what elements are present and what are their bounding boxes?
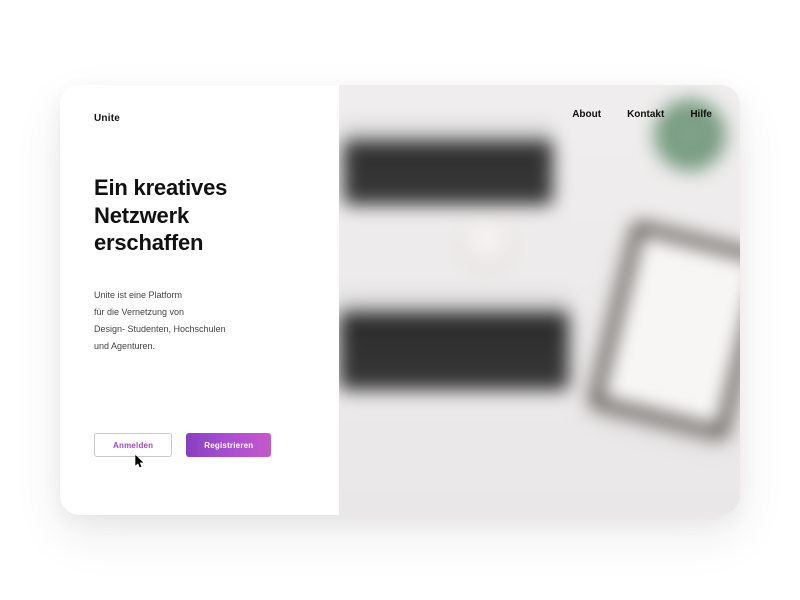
hero-subtext: Unite ist eine Platform für die Vernetzu…	[94, 287, 294, 355]
headline-line-1: Ein kreatives	[94, 175, 227, 200]
subtext-line-2: für die Vernetzung von	[94, 307, 184, 317]
subtext-line-4: und Agenturen.	[94, 341, 155, 351]
subtext-line-1: Unite ist eine Platform	[94, 290, 182, 300]
headline-line-2: Netzwerk	[94, 203, 189, 228]
headline-line-3: erschaffen	[94, 230, 203, 255]
brand-logo[interactable]: Unite	[94, 113, 305, 124]
landing-window: Unite Ein kreatives Netzwerk erschaffen …	[60, 85, 740, 515]
plant	[650, 95, 730, 175]
hero-headline: Ein kreatives Netzwerk erschaffen	[94, 174, 305, 257]
left-pane: Unite Ein kreatives Netzwerk erschaffen …	[60, 85, 339, 515]
tablet	[589, 221, 740, 439]
nav-link-about[interactable]: About	[572, 109, 601, 120]
coffee-cup	[459, 215, 514, 270]
nav-link-help[interactable]: Hilfe	[690, 109, 712, 120]
blurred-desk-scene	[339, 85, 740, 515]
subtext-line-3: Design- Studenten, Hochschulen	[94, 324, 226, 334]
cta-row: Anmelden Registrieren	[94, 433, 271, 457]
hero-image: About Kontakt Hilfe	[339, 85, 740, 515]
top-nav: About Kontakt Hilfe	[572, 109, 712, 120]
laptop-keyboard-2	[339, 295, 569, 390]
laptop-keyboard-1	[343, 125, 553, 205]
cursor-icon	[134, 454, 145, 469]
nav-link-contact[interactable]: Kontakt	[627, 109, 664, 120]
register-button[interactable]: Registrieren	[186, 433, 271, 457]
